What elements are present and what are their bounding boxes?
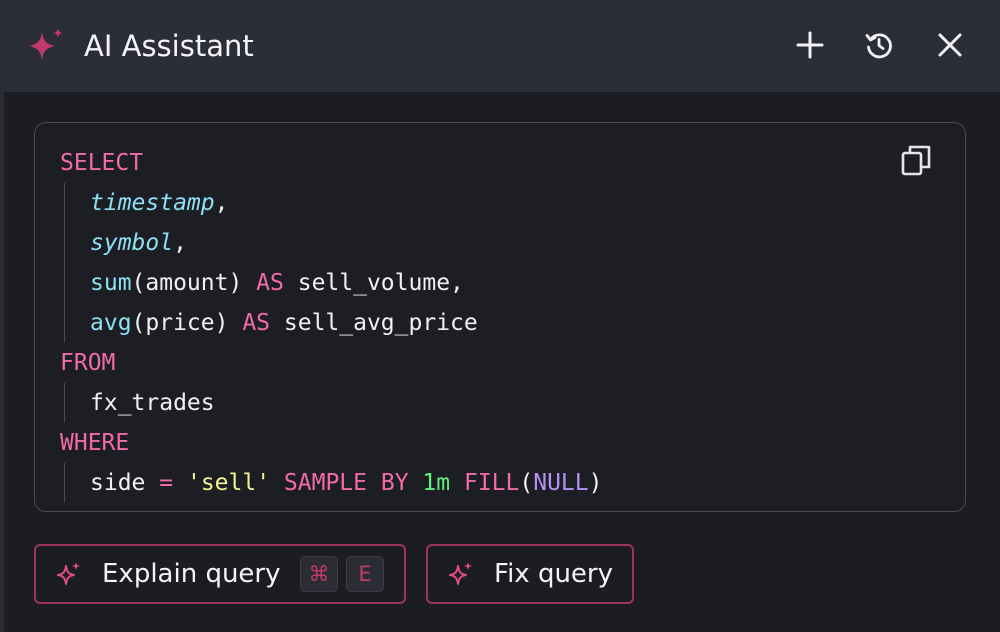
code-token: , — [173, 230, 187, 256]
indent-guide — [64, 183, 65, 223]
code-token: SELECT — [60, 150, 144, 176]
plus-icon — [796, 31, 824, 59]
code-line: SELECT — [60, 143, 602, 183]
sql-code: SELECT timestamp, symbol, sum(amount) AS se… — [60, 143, 602, 503]
shortcut-cmd-key: ⌘ — [300, 556, 338, 592]
shortcut-e-key: E — [346, 556, 384, 592]
code-token: sell_volume, — [283, 270, 464, 296]
code-token: symbol — [90, 230, 174, 256]
code-token: NULL — [533, 470, 589, 496]
code-line: WHERE — [60, 423, 602, 463]
code-token: ) — [588, 470, 603, 496]
code-token: = — [159, 470, 174, 496]
panel-title: AI Assistant — [84, 29, 254, 63]
code-token: FROM — [60, 350, 116, 376]
explain-query-label: Explain query — [102, 559, 281, 589]
close-button[interactable] — [933, 28, 967, 62]
fix-query-button[interactable]: Fix query — [426, 544, 634, 604]
code-token: timestamp — [90, 190, 215, 216]
code-token: sell_avg_price — [270, 310, 478, 336]
code-line: side = 'sell' SAMPLE BY 1m FILL(NULL) — [60, 463, 602, 503]
sparkle-icon — [449, 562, 472, 585]
code-token: SAMPLE BY — [283, 470, 409, 496]
sql-code-block: SELECT timestamp, symbol, sum(amount) AS se… — [34, 122, 966, 512]
panel-edge — [0, 0, 4, 632]
code-token: side — [90, 470, 160, 496]
fix-query-label: Fix query — [494, 559, 613, 589]
code-token: , — [214, 190, 229, 216]
sparkle-icon — [29, 28, 63, 60]
code-token: fx_trades — [90, 390, 215, 416]
code-token: FILL — [463, 470, 520, 496]
code-line: sum(amount) AS sell_volume, — [60, 263, 602, 303]
code-token: 1m — [422, 470, 451, 496]
code-line: avg(price) AS sell_avg_price — [60, 303, 602, 343]
code-line: fx_trades — [60, 383, 602, 423]
indent-guide — [64, 463, 65, 503]
code-token: avg — [90, 310, 132, 336]
code-line: symbol, — [60, 223, 602, 263]
code-line: timestamp, — [60, 183, 602, 223]
copy-icon[interactable] — [901, 143, 933, 177]
code-token: (price) — [131, 310, 243, 336]
code-token: 'sell' — [186, 470, 271, 496]
indent-guide — [64, 383, 65, 423]
code-token: AS — [256, 270, 284, 296]
new-chat-button[interactable] — [793, 28, 827, 62]
code-token: AS — [242, 310, 271, 336]
indent-guide — [64, 223, 65, 263]
code-token: WHERE — [60, 430, 130, 456]
assistant-header: AI Assistant — [4, 0, 1000, 92]
indent-guide — [64, 263, 65, 303]
code-line: FROM — [60, 343, 602, 383]
code-token: ( — [519, 470, 534, 496]
history-icon — [865, 33, 892, 59]
indent-guide — [64, 303, 65, 343]
history-button[interactable] — [862, 28, 896, 62]
code-token: (amount) — [131, 270, 257, 296]
close-icon — [938, 33, 962, 57]
code-token: sum — [90, 270, 132, 296]
explain-query-button[interactable]: Explain query ⌘ E — [34, 544, 406, 604]
sparkle-icon — [57, 562, 80, 585]
